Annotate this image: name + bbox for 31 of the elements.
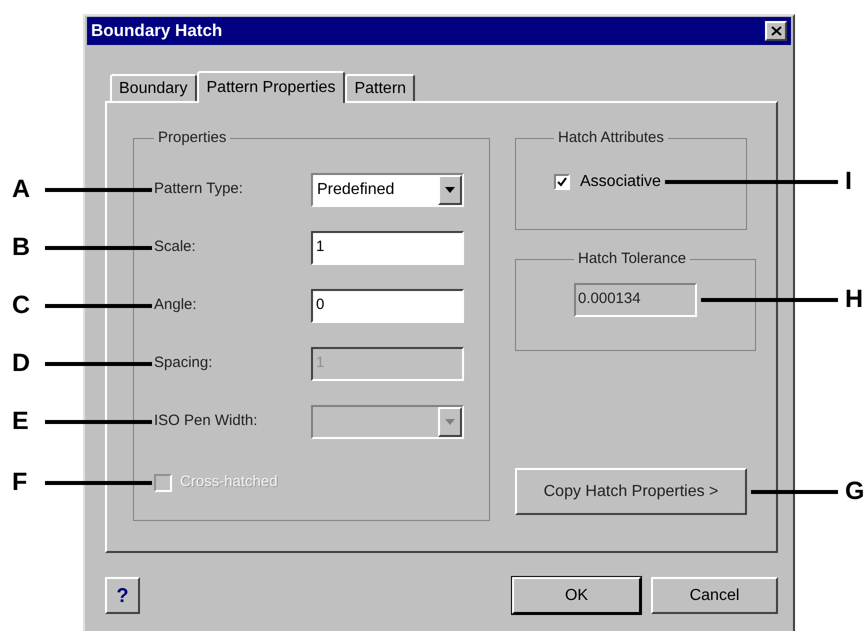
input-field[interactable]: 0: [311, 288, 464, 322]
field-label: Angle:: [154, 295, 198, 316]
callout-letter: B: [12, 235, 30, 260]
field-label: ISO Pen Width:: [154, 411, 258, 432]
callout-letter: G: [845, 479, 864, 504]
ok-button[interactable]: OK: [512, 577, 641, 614]
dropdown[interactable]: Predefined: [311, 172, 464, 206]
callout-letter: E: [12, 409, 29, 434]
window-title: Boundary Hatch: [91, 20, 222, 42]
help-button[interactable]: ?: [105, 577, 140, 614]
callout-letter: D: [12, 351, 30, 376]
callout-letter: F: [12, 470, 28, 495]
group-title: Hatch Attributes: [557, 128, 665, 148]
field-label: Scale:: [154, 237, 197, 258]
dropdown-value: Predefined: [316, 180, 396, 200]
group-title: Hatch Tolerance: [577, 249, 688, 269]
cancel-button[interactable]: Cancel: [651, 577, 778, 614]
input-field[interactable]: 1: [311, 230, 464, 264]
field-label: Pattern Type:: [154, 179, 244, 200]
copy-hatch-properties-button[interactable]: Copy Hatch Properties >: [515, 468, 747, 515]
field-label: Spacing:: [154, 353, 214, 374]
callout-letter: H: [845, 287, 864, 312]
tolerance-field[interactable]: 0.000134: [574, 282, 697, 316]
callout-letter: A: [12, 177, 30, 202]
checkbox-label: Associative: [580, 172, 661, 192]
callout-letter: C: [12, 293, 30, 318]
tab[interactable]: Boundary: [110, 74, 196, 101]
tab[interactable]: Pattern: [345, 74, 416, 101]
callout-letter: I: [845, 169, 852, 194]
tab[interactable]: Pattern Properties: [196, 71, 346, 103]
group-title: Properties: [157, 128, 228, 148]
